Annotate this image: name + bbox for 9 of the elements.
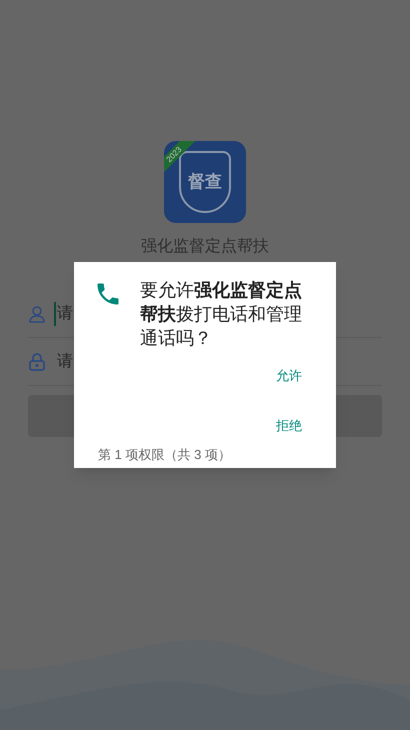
permission-message: 要允许强化监督定点帮扶拨打电话和管理通话吗？ (140, 279, 303, 350)
input-field[interactable]: 请 (54, 350, 73, 374)
user-icon (28, 304, 46, 322)
logo-text: 督查 (188, 171, 222, 194)
dialog-button[interactable]: 允许 (272, 362, 306, 390)
dialog-button[interactable]: 拒绝 (272, 412, 306, 439)
permission-counter: 第 1 项权限（共 3 项） (98, 446, 232, 464)
lock-icon (28, 352, 46, 370)
app-title: 强化监督定点帮扶 (141, 236, 269, 257)
